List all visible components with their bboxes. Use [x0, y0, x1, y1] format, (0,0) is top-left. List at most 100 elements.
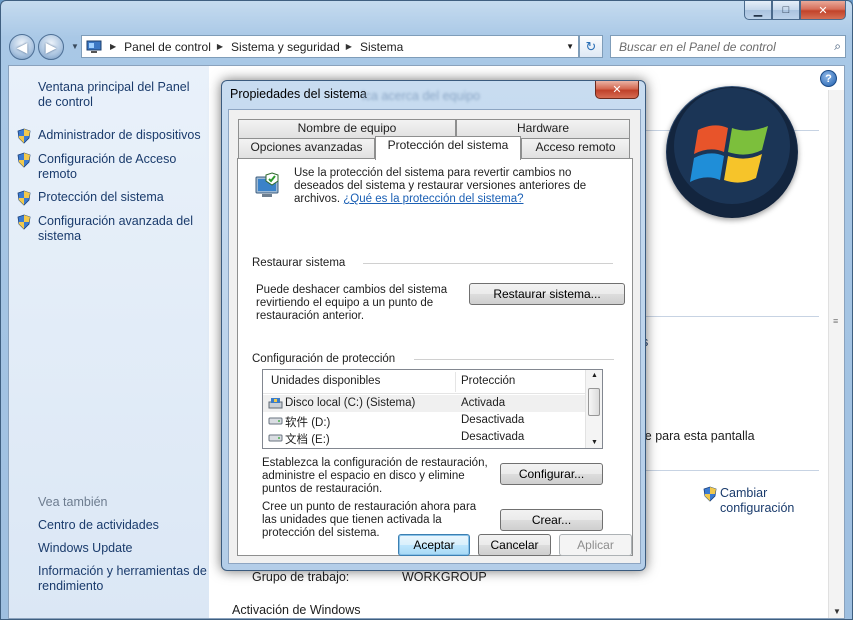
dialog-close-button[interactable]: ✕: [595, 81, 639, 99]
see-also-action-center[interactable]: Centro de actividades: [38, 518, 208, 533]
drive-icon: [268, 417, 283, 425]
background-screen-text: le para esta pantalla: [642, 429, 755, 443]
breadcrumb-separator-icon: ▶: [345, 42, 352, 51]
drive-row-e[interactable]: 文档 (E:) Desactivada: [263, 429, 585, 446]
left-pane: Ventana principal del Panel de control A…: [9, 66, 209, 618]
windows-logo: [666, 86, 798, 218]
drive-name: 文档 (E:): [285, 434, 330, 446]
control-panel-icon: [86, 40, 102, 53]
protection-group-title: Configuración de protección: [252, 353, 396, 365]
sidebar-item-label: Administrador de dispositivos: [38, 128, 201, 142]
main-scrollbar[interactable]: ≡ ▼: [828, 90, 844, 618]
background-title-ghost: ica acerca del equipo: [362, 89, 481, 103]
protection-description: Use la protección del sistema para rever…: [294, 167, 614, 206]
drive-status: Activada: [461, 397, 506, 409]
forward-arrow-icon: ▶: [45, 38, 57, 55]
system-protection-panel: Use la protección del sistema para rever…: [237, 158, 633, 556]
drive-name: 软件 (D:): [285, 417, 331, 429]
change-settings-label: Cambiar configuración: [720, 486, 795, 515]
what-is-protection-link[interactable]: ¿Qué es la protección del sistema?: [343, 193, 523, 205]
breadcrumb-panel-de-control[interactable]: Panel de control: [124, 40, 211, 54]
activation-heading: Activación de Windows: [232, 603, 361, 617]
ok-button[interactable]: Aceptar: [398, 534, 470, 556]
drive-name: Disco local (C:) (Sistema): [285, 397, 416, 409]
tab-remote-access[interactable]: Acceso remoto: [521, 138, 630, 158]
group-divider: [363, 263, 613, 264]
shield-icon: [17, 128, 31, 144]
tab-system-protection[interactable]: Protección del sistema: [375, 136, 521, 160]
sidebar-item-label: Protección del sistema: [38, 190, 164, 204]
system-drive-icon: [268, 398, 283, 409]
dialog-body: Nombre de equipo Hardware Opciones avanz…: [228, 109, 641, 564]
column-separator: [455, 372, 456, 392]
sidebar-item-device-manager[interactable]: Administrador de dispositivos: [16, 128, 206, 144]
workgroup-label: Grupo de trabajo:: [252, 570, 350, 584]
see-also-heading: Vea también: [38, 495, 108, 509]
shield-icon: [17, 152, 31, 168]
drive-icon: [268, 434, 283, 442]
address-bar[interactable]: ▶ Panel de control ▶ Sistema y seguridad…: [81, 35, 579, 58]
caption-buttons: ▁ □ ✕: [744, 1, 846, 20]
scroll-up-icon[interactable]: ▲: [591, 372, 598, 379]
control-panel-home-link[interactable]: Ventana principal del Panel de control: [38, 80, 203, 110]
drives-list-scrollbar[interactable]: ▲ ▼: [585, 370, 602, 448]
divider: [639, 316, 819, 317]
dialog-title: Propiedades del sistema: [230, 87, 367, 101]
search-icon[interactable]: ⌕: [834, 39, 841, 54]
cancel-button[interactable]: Cancelar: [478, 534, 551, 556]
change-settings-link[interactable]: Cambiar configuración: [702, 486, 810, 516]
refresh-button[interactable]: ↻: [579, 35, 603, 58]
breadcrumb-separator-icon: ▶: [110, 42, 117, 51]
drives-list[interactable]: Unidades disponibles Protección Disco lo…: [262, 369, 603, 449]
close-button[interactable]: ✕: [800, 1, 846, 20]
create-button[interactable]: Crear...: [500, 509, 603, 531]
forward-button[interactable]: ▶: [38, 34, 64, 60]
maximize-button[interactable]: □: [772, 1, 800, 20]
help-icon[interactable]: ?: [820, 70, 837, 87]
restore-description: Puede deshacer cambios del sistema revir…: [256, 284, 448, 322]
drive-status: Desactivada: [461, 431, 525, 443]
column-header-drives[interactable]: Unidades disponibles: [271, 375, 380, 387]
breadcrumb-sistema-y-seguridad[interactable]: Sistema y seguridad: [231, 40, 340, 54]
sidebar-item-remote-access[interactable]: Configuración de Acceso remoto: [16, 152, 206, 182]
search-input[interactable]: Buscar en el Panel de control ⌕: [610, 35, 846, 58]
scroll-down-icon[interactable]: ▼: [591, 439, 598, 446]
minimize-icon: ▁: [753, 4, 763, 17]
back-arrow-icon: ◀: [16, 38, 28, 55]
shield-icon: [703, 486, 717, 502]
address-dropdown-icon[interactable]: ▼: [566, 42, 574, 51]
drive-status: Desactivada: [461, 414, 525, 426]
see-also-windows-update[interactable]: Windows Update: [38, 541, 208, 556]
drive-row-d[interactable]: 软件 (D:) Desactivada: [263, 412, 585, 429]
sidebar-item-label: Configuración de Acceso remoto: [38, 152, 177, 181]
navigation-bar: ◀ ▶ ▼ ▶ Panel de control ▶ Sistema y seg…: [9, 33, 846, 61]
group-divider: [414, 359, 614, 360]
shield-icon: [17, 214, 31, 230]
column-header-protection[interactable]: Protección: [461, 375, 515, 387]
minimize-button[interactable]: ▁: [744, 1, 772, 20]
back-button[interactable]: ◀: [9, 34, 35, 60]
shield-icon: [17, 190, 31, 206]
apply-button[interactable]: Aplicar: [559, 534, 632, 556]
scroll-thumb[interactable]: [588, 388, 600, 416]
system-properties-dialog: Propiedades del sistema ica acerca del e…: [221, 80, 646, 571]
drive-row-c[interactable]: Disco local (C:) (Sistema) Activada: [263, 395, 585, 412]
close-icon: ✕: [612, 84, 622, 96]
sidebar-item-advanced-settings[interactable]: Configuración avanzada del sistema: [16, 214, 206, 244]
scroll-down-icon[interactable]: ▼: [833, 607, 841, 616]
configure-description: Establezca la configuración de restaurac…: [262, 457, 488, 495]
restore-group-title: Restaurar sistema: [252, 257, 346, 269]
system-protection-icon: [255, 172, 279, 197]
restore-system-button[interactable]: Restaurar sistema...: [469, 283, 625, 305]
recent-pages-dropdown-icon[interactable]: ▼: [71, 42, 79, 51]
search-placeholder: Buscar en el Panel de control: [619, 39, 776, 54]
breadcrumb-sistema[interactable]: Sistema: [360, 40, 403, 54]
tab-advanced-options[interactable]: Opciones avanzadas: [238, 138, 375, 158]
sidebar-item-system-protection[interactable]: Protección del sistema: [16, 190, 206, 206]
see-also-performance[interactable]: Información y herramientas de rendimient…: [38, 564, 208, 594]
refresh-icon: ↻: [585, 38, 597, 54]
maximize-icon: □: [782, 4, 790, 16]
configure-button[interactable]: Configurar...: [500, 463, 603, 485]
workgroup-value: WORKGROUP: [402, 570, 487, 584]
drives-list-header: Unidades disponibles Protección: [263, 370, 585, 394]
